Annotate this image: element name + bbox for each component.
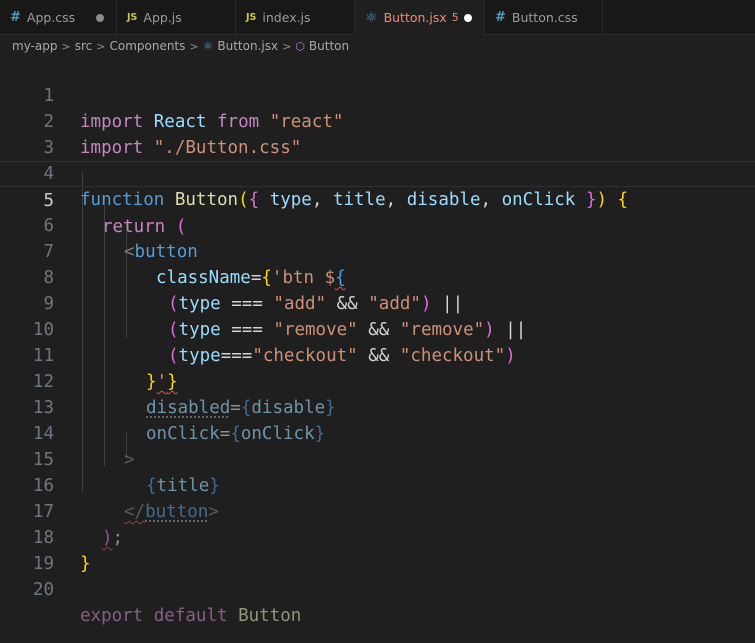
code-line: 3 bbox=[0, 109, 755, 158]
code-line: 17 ); bbox=[0, 473, 755, 548]
code-line: 16 </button> bbox=[0, 447, 755, 522]
code-line: 11 }'} bbox=[0, 317, 755, 392]
code-line: 15 {title} bbox=[0, 421, 755, 496]
tab-app-js[interactable]: JS App.js bbox=[117, 0, 236, 35]
code-line: 20 export default Button bbox=[0, 551, 755, 626]
breadcrumb-item[interactable]: Components bbox=[109, 39, 185, 53]
code-line: 14 > bbox=[0, 395, 755, 470]
tab-label: App.css bbox=[26, 10, 76, 25]
code-line: 1 import React from "react" bbox=[0, 57, 755, 132]
line-number: 20 bbox=[32, 580, 54, 600]
tab-label: Button.css bbox=[511, 10, 578, 25]
js-file-icon: JS bbox=[127, 12, 138, 23]
symbol-function-icon: ⬡ bbox=[295, 39, 305, 53]
code-line: 19 bbox=[0, 525, 755, 574]
chevron-right-icon: > bbox=[61, 39, 71, 53]
code-line: 4 function Button({ type, title, disable… bbox=[0, 135, 755, 210]
breadcrumb-item[interactable]: my-app bbox=[12, 39, 58, 53]
tab-label: index.js bbox=[262, 10, 311, 25]
code-line: 18 } bbox=[0, 499, 755, 574]
unsaved-dot-icon[interactable] bbox=[96, 13, 104, 22]
chevron-right-icon: > bbox=[189, 39, 199, 53]
tab-label: App.js bbox=[143, 10, 182, 25]
problem-count-badge: 5 bbox=[451, 11, 459, 24]
editor-tab-bar: # App.css JS App.js JS index.js ⚛ Button… bbox=[0, 0, 755, 35]
chevron-right-icon: > bbox=[96, 39, 106, 53]
breadcrumb: my-app > src > Components > ⚛ Button.jsx… bbox=[0, 35, 755, 57]
tab-index-js[interactable]: JS index.js bbox=[236, 0, 355, 35]
react-file-icon: ⚛ bbox=[202, 39, 214, 53]
tab-button-css[interactable]: # Button.css bbox=[485, 0, 603, 35]
code-line: 8 (type === "add" && "add") || bbox=[0, 239, 755, 314]
code-line: 9 (type === "remove" && "remove") || bbox=[0, 265, 755, 340]
code-line: 12 disabled={disable} bbox=[0, 343, 755, 418]
css-file-icon: # bbox=[495, 10, 506, 25]
code-line: 2 import "./Button.css" bbox=[0, 83, 755, 158]
css-file-icon: # bbox=[10, 10, 21, 25]
chevron-right-icon: > bbox=[282, 39, 292, 53]
react-file-icon: ⚛ bbox=[365, 9, 378, 26]
breadcrumb-item[interactable]: Button bbox=[309, 39, 349, 53]
js-file-icon: JS bbox=[246, 12, 257, 23]
tab-label: Button.jsx bbox=[383, 10, 447, 25]
tab-button-jsx[interactable]: ⚛ Button.jsx 5 bbox=[355, 0, 485, 35]
code-line: 13 onClick={onClick} bbox=[0, 369, 755, 444]
code-line: 7 className={'btn ${ bbox=[0, 213, 755, 288]
breadcrumb-item[interactable]: Button.jsx bbox=[217, 39, 278, 53]
code-line-current: 5 return ( bbox=[0, 161, 755, 237]
unsaved-dot-icon[interactable] bbox=[464, 13, 472, 22]
code-line: 6 <button bbox=[0, 187, 755, 262]
code-editor[interactable]: 1 import React from "react" 2 import "./… bbox=[0, 57, 755, 643]
tab-app-css[interactable]: # App.css bbox=[0, 0, 117, 35]
code-line: 10 (type==="checkout" && "checkout") bbox=[0, 291, 755, 366]
breadcrumb-item[interactable]: src bbox=[75, 39, 93, 53]
